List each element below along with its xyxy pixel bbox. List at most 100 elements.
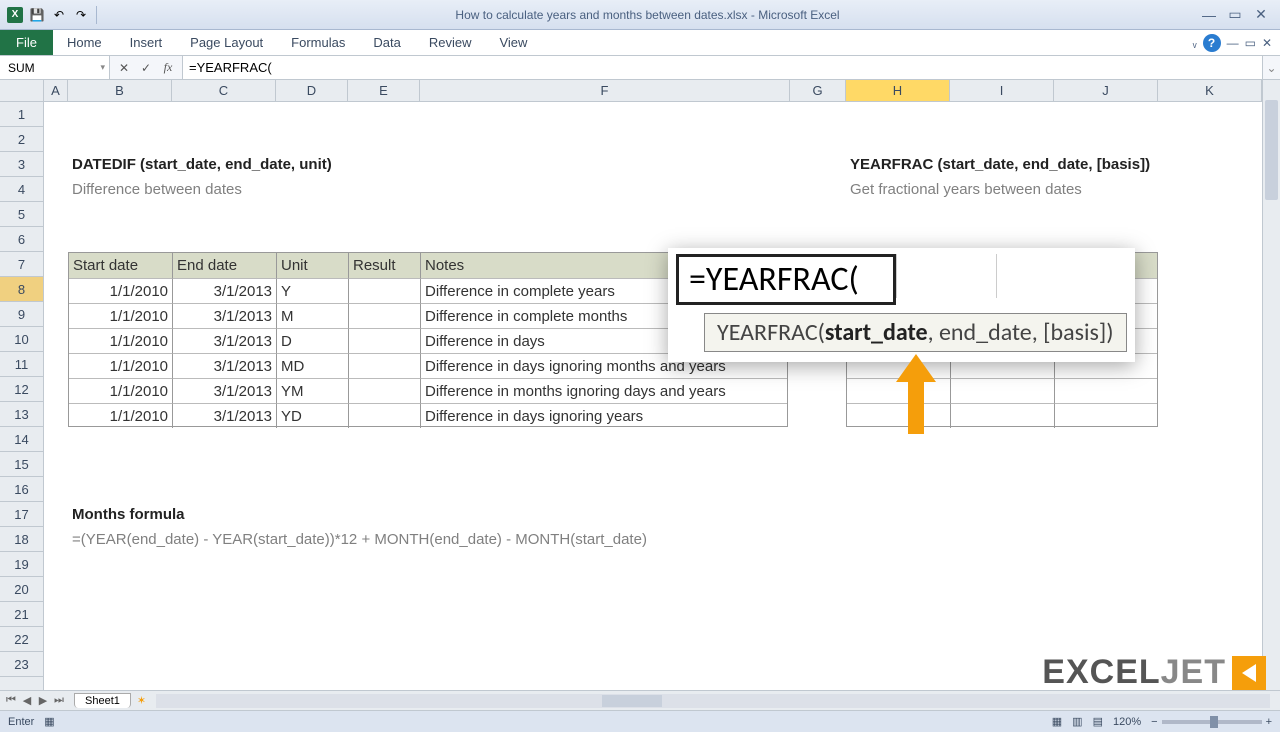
formula-input[interactable]: =YEARFRAC( xyxy=(183,56,1262,79)
formula-expand-icon[interactable]: ⌄ xyxy=(1262,56,1280,79)
col-header-a[interactable]: A xyxy=(44,80,68,101)
cells-area[interactable]: DATEDIF (start_date, end_date, unit) YEA… xyxy=(44,102,1262,690)
ribbon-minimize-icon[interactable]: ᵥ xyxy=(1193,36,1197,50)
table-cell[interactable]: 1/1/2010 xyxy=(69,403,173,428)
table-cell[interactable]: 3/1/2013 xyxy=(173,303,277,328)
row-header-23[interactable]: 23 xyxy=(0,652,43,677)
worksheet-grid[interactable]: A B C D E F G H I J K 123456789101112131… xyxy=(0,80,1280,690)
sheet-tab[interactable]: Sheet1 xyxy=(74,693,131,708)
excel-icon[interactable]: X xyxy=(6,6,24,24)
help-icon[interactable]: ? xyxy=(1203,34,1221,52)
table-cell[interactable]: 3/1/2013 xyxy=(173,278,277,303)
table-cell[interactable] xyxy=(349,403,421,428)
row-header-15[interactable]: 15 xyxy=(0,452,43,477)
th-end-date[interactable]: End date xyxy=(173,253,277,278)
col-header-k[interactable]: K xyxy=(1158,80,1262,101)
cell-b4[interactable]: Difference between dates xyxy=(68,177,768,202)
undo-icon[interactable]: ↶ xyxy=(50,6,68,24)
view-layout-icon[interactable]: ▥ xyxy=(1072,715,1082,728)
tab-view[interactable]: View xyxy=(485,30,541,55)
row-header-6[interactable]: 6 xyxy=(0,227,43,252)
row-header-14[interactable]: 14 xyxy=(0,427,43,452)
th-start-date[interactable]: Start date xyxy=(69,253,173,278)
tab-formulas[interactable]: Formulas xyxy=(277,30,359,55)
table-cell[interactable] xyxy=(349,303,421,328)
fx-icon[interactable]: fx xyxy=(160,60,176,76)
col-header-h[interactable]: H xyxy=(846,80,950,101)
tab-insert[interactable]: Insert xyxy=(116,30,177,55)
tab-review[interactable]: Review xyxy=(415,30,486,55)
row-header-1[interactable]: 1 xyxy=(0,102,43,127)
table-cell[interactable]: 1/1/2010 xyxy=(69,353,173,378)
row-header-16[interactable]: 16 xyxy=(0,477,43,502)
tab-home[interactable]: Home xyxy=(53,30,116,55)
row-header-4[interactable]: 4 xyxy=(0,177,43,202)
cell-b17[interactable]: Months formula xyxy=(68,502,768,527)
table-cell[interactable]: 1/1/2010 xyxy=(69,303,173,328)
row-header-19[interactable]: 19 xyxy=(0,552,43,577)
table-cell[interactable] xyxy=(349,378,421,403)
col-header-c[interactable]: C xyxy=(172,80,276,101)
row-headers[interactable]: 1234567891011121314151617181920212223 xyxy=(0,102,44,690)
save-icon[interactable]: 💾 xyxy=(28,6,46,24)
table-cell[interactable]: 3/1/2013 xyxy=(173,378,277,403)
row-header-18[interactable]: 18 xyxy=(0,527,43,552)
row-header-11[interactable]: 11 xyxy=(0,352,43,377)
row-header-9[interactable]: 9 xyxy=(0,302,43,327)
table-cell[interactable] xyxy=(349,328,421,353)
table-cell[interactable]: MD xyxy=(277,353,349,378)
table-cell[interactable]: D xyxy=(277,328,349,353)
row-header-10[interactable]: 10 xyxy=(0,327,43,352)
table-cell[interactable] xyxy=(349,353,421,378)
table-cell[interactable] xyxy=(349,278,421,303)
row-header-12[interactable]: 12 xyxy=(0,377,43,402)
close-button[interactable]: ✕ xyxy=(1252,7,1270,23)
table-cell[interactable]: 1/1/2010 xyxy=(69,328,173,353)
row-header-3[interactable]: 3 xyxy=(0,152,43,177)
file-tab[interactable]: File xyxy=(0,30,53,55)
workbook-restore-icon[interactable]: ▭ xyxy=(1245,36,1256,50)
vertical-scrollbar[interactable] xyxy=(1262,80,1280,690)
row-header-22[interactable]: 22 xyxy=(0,627,43,652)
col-header-b[interactable]: B xyxy=(68,80,172,101)
macro-record-icon[interactable]: ▦ xyxy=(44,715,54,728)
table-cell[interactable]: 1/1/2010 xyxy=(69,278,173,303)
view-normal-icon[interactable]: ▦ xyxy=(1052,715,1062,728)
enter-icon[interactable]: ✓ xyxy=(138,60,154,76)
table-cell[interactable]: Difference in days ignoring years xyxy=(421,403,787,428)
workbook-close-icon[interactable]: ✕ xyxy=(1262,36,1272,50)
col-header-e[interactable]: E xyxy=(348,80,420,101)
table-cell[interactable]: 3/1/2013 xyxy=(173,353,277,378)
col-header-g[interactable]: G xyxy=(790,80,846,101)
restore-button[interactable]: ▭ xyxy=(1226,7,1244,23)
col-header-j[interactable]: J xyxy=(1054,80,1158,101)
row-header-2[interactable]: 2 xyxy=(0,127,43,152)
cell-b3[interactable]: DATEDIF (start_date, end_date, unit) xyxy=(68,152,768,177)
new-sheet-icon[interactable]: ✶ xyxy=(137,694,146,707)
zoom-level[interactable]: 120% xyxy=(1113,716,1141,728)
row-header-21[interactable]: 21 xyxy=(0,602,43,627)
cell-b18[interactable]: =(YEAR(end_date) - YEAR(start_date))*12 … xyxy=(68,527,968,552)
col-header-f[interactable]: F xyxy=(420,80,790,101)
sheet-nav[interactable]: ⏮◀▶⏭ xyxy=(0,694,70,707)
zoom-in-icon[interactable]: + xyxy=(1266,716,1272,728)
th-unit[interactable]: Unit xyxy=(277,253,349,278)
name-box[interactable]: SUM xyxy=(0,56,110,79)
row-header-8[interactable]: 8 xyxy=(0,277,43,302)
row-header-17[interactable]: 17 xyxy=(0,502,43,527)
table-cell[interactable]: Y xyxy=(277,278,349,303)
cancel-icon[interactable]: ✕ xyxy=(116,60,132,76)
workbook-minimize-icon[interactable]: — xyxy=(1227,36,1239,50)
redo-icon[interactable]: ↷ xyxy=(72,6,90,24)
minimize-button[interactable]: — xyxy=(1200,7,1218,23)
column-headers[interactable]: A B C D E F G H I J K xyxy=(44,80,1262,102)
table-cell[interactable]: 3/1/2013 xyxy=(173,403,277,428)
row-header-5[interactable]: 5 xyxy=(0,202,43,227)
table-cell[interactable]: Difference in months ignoring days and y… xyxy=(421,378,787,403)
table-cell[interactable]: YM xyxy=(277,378,349,403)
cell-h4[interactable]: Get fractional years between dates xyxy=(846,177,1266,202)
table-cell[interactable]: YD xyxy=(277,403,349,428)
zoom-slider[interactable]: − + xyxy=(1151,716,1272,728)
tab-data[interactable]: Data xyxy=(359,30,414,55)
cell-h3[interactable]: YEARFRAC (start_date, end_date, [basis]) xyxy=(846,152,1266,177)
